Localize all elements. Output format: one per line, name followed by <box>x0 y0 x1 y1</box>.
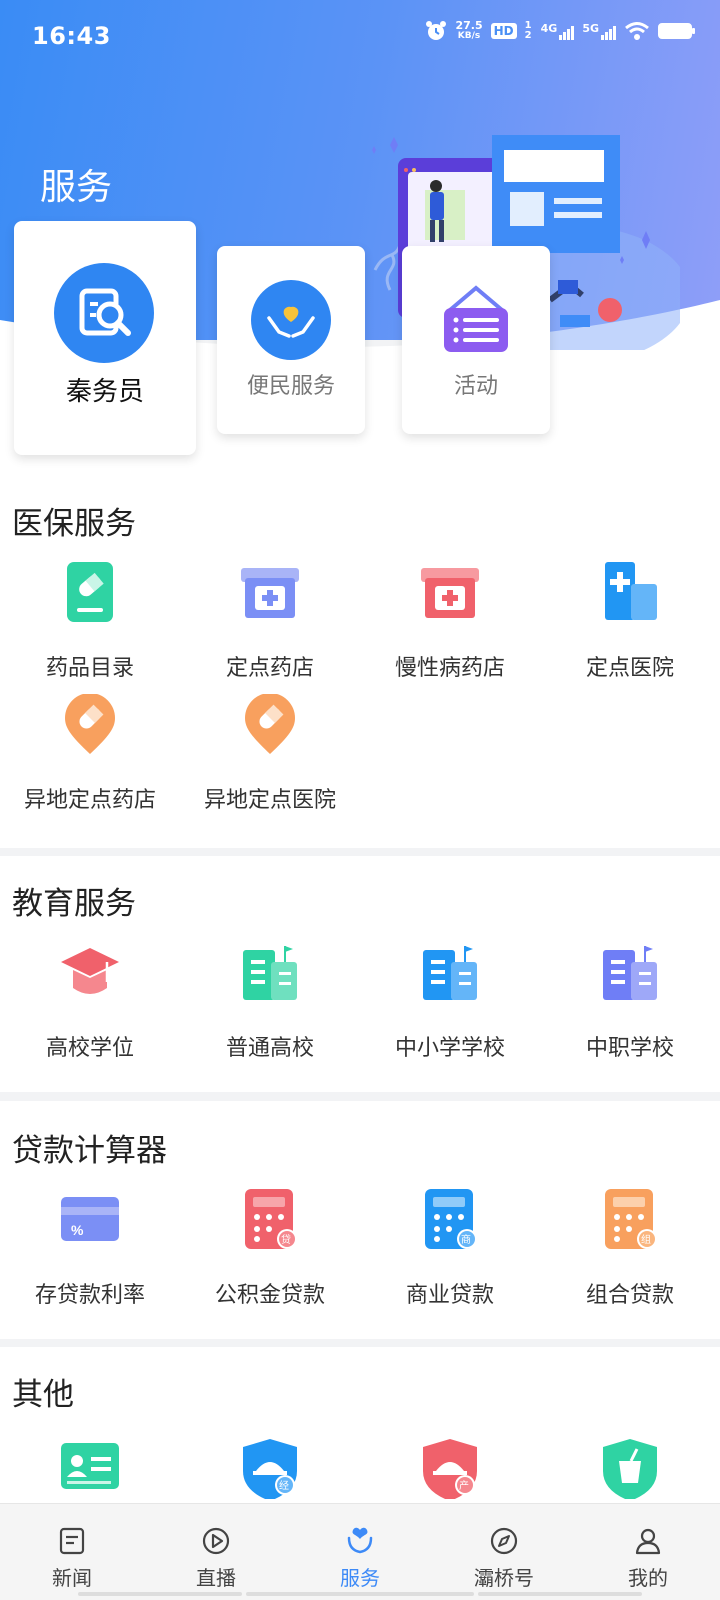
food-business-shield-icon: 经 <box>243 1439 297 1499</box>
battery-icon <box>658 23 695 39</box>
status-bar: 16:43 27.5 KB/s HD 1 2 4G 5G <box>0 0 720 56</box>
interest-rate-card-icon: % <box>61 1197 119 1241</box>
item-label: 普通高校 <box>225 1036 314 1061</box>
item-label: 存贷款利率 <box>34 1283 145 1308</box>
combined-loan-calculator-icon: 组 <box>605 1189 657 1249</box>
gesture-bar <box>78 1592 242 1596</box>
school-building-icon <box>423 946 477 1000</box>
alarm-icon <box>426 21 447 40</box>
search-document-icon <box>54 263 154 363</box>
fund-loan-calculator-icon: 贷 <box>245 1189 297 1249</box>
heart-hands-icon <box>251 280 331 360</box>
hospital-icon <box>605 562 657 620</box>
signal-bars-icon <box>601 24 616 40</box>
food-safety-shield-icon <box>603 1439 657 1499</box>
item-label: 公积金贷款 <box>214 1283 325 1308</box>
section-other: 其他 经 产 <box>0 1347 720 1507</box>
compass-icon <box>490 1527 518 1555</box>
section-title: 医保服务 <box>12 506 136 542</box>
card-label: 便民服务 <box>246 374 335 399</box>
tab-label: 服务 <box>340 1566 380 1590</box>
signal-5g-label: 5G <box>582 21 599 35</box>
item-label: 高校学位 <box>45 1036 134 1061</box>
university-building-icon <box>243 946 297 1000</box>
tab-mine[interactable]: 我的 <box>576 1504 720 1600</box>
card-convenience-services[interactable]: 便民服务 <box>217 246 365 434</box>
card-qinwuyuan[interactable]: 秦务员 <box>14 221 196 455</box>
food-production-shield-icon: 产 <box>423 1439 477 1499</box>
status-indicators: 27.5 KB/s HD 1 2 4G 5G <box>425 20 695 42</box>
tab-label: 灞桥号 <box>474 1566 534 1590</box>
section-education: 教育服务 高校学位 普通高校 中小学学校 中职学校 <box>0 856 720 1092</box>
gesture-bar <box>246 1592 474 1596</box>
app-root: 16:43 27.5 KB/s HD 1 2 4G 5G 服务 秦务员 便民服务… <box>0 0 720 1600</box>
pharmacy-icon <box>241 568 299 618</box>
item-label: 异地定点药店 <box>23 788 156 813</box>
signal-4g: 4G <box>541 23 575 40</box>
item-label: 定点医院 <box>585 656 674 681</box>
item-label: 商业贷款 <box>405 1283 494 1308</box>
network-speed: 27.5 KB/s <box>455 20 482 42</box>
signal-bars-icon <box>559 24 575 40</box>
service-heart-icon <box>347 1527 373 1554</box>
profile-icon <box>635 1528 661 1555</box>
badge-text: 产 <box>459 1479 469 1492</box>
id-card-icon <box>61 1443 119 1489</box>
badge-text: 组 <box>641 1233 651 1246</box>
item-label: 异地定点医院 <box>203 788 336 813</box>
item-label: 药品目录 <box>45 656 134 681</box>
card-activities[interactable]: 活动 <box>402 246 550 434</box>
news-icon <box>59 1527 85 1555</box>
network-speed-value: 27.5 <box>455 19 483 32</box>
item-label: 组合贷款 <box>585 1283 674 1308</box>
badge-text: % <box>71 1222 84 1238</box>
commercial-loan-calculator-icon: 商 <box>425 1189 477 1249</box>
hd-badge: HD <box>490 23 517 39</box>
tab-label: 直播 <box>196 1566 236 1590</box>
badge-text: 经 <box>279 1479 289 1492</box>
tab-services[interactable]: 服务 <box>288 1504 432 1600</box>
section-title: 其他 <box>12 1377 74 1413</box>
tab-label: 新闻 <box>52 1566 92 1590</box>
section-medical-insurance: 医保服务 药品目录 定点药店 慢性病药店 定点医院 异地定点药店 异地定点医院 <box>0 470 720 848</box>
card-label: 活动 <box>453 374 498 399</box>
page-title: 服务 <box>40 167 113 208</box>
section-title: 贷款计算器 <box>12 1133 167 1169</box>
section-title: 教育服务 <box>12 886 136 922</box>
remote-hospital-icon <box>245 694 295 754</box>
live-play-icon <box>202 1527 230 1555</box>
card-label: 秦务员 <box>65 377 144 407</box>
tab-baqiao[interactable]: 灞桥号 <box>432 1504 576 1600</box>
wifi-icon <box>625 22 649 40</box>
item-label: 定点药店 <box>225 656 314 681</box>
signal-5g: 5G <box>582 23 616 40</box>
item-label: 慢性病药店 <box>394 656 505 681</box>
tab-news[interactable]: 新闻 <box>0 1504 144 1600</box>
graduation-cap-icon <box>61 948 119 994</box>
section-loan-calculator: 贷款计算器 % 存贷款利率 贷 公积金贷款 商 商业贷款 组 组合贷款 <box>0 1101 720 1339</box>
item-label: 中职学校 <box>585 1036 674 1061</box>
medicine-catalog-icon <box>67 562 113 622</box>
network-speed-unit: KB/s <box>457 31 481 41</box>
signal-4g-label: 4G <box>540 21 558 35</box>
status-time: 16:43 <box>32 22 111 50</box>
badge-text: 商 <box>461 1233 471 1246</box>
badge-text: 贷 <box>281 1233 291 1246</box>
sim-indicator: 1 2 <box>524 20 532 41</box>
vocational-school-icon <box>603 946 657 1000</box>
gesture-bar <box>478 1592 642 1596</box>
item-label: 中小学学校 <box>394 1036 505 1061</box>
chronic-pharmacy-icon <box>421 568 479 618</box>
bottom-tab-bar: 新闻 直播 服务 灞桥号 我的 <box>0 1503 720 1600</box>
tab-live[interactable]: 直播 <box>144 1504 288 1600</box>
hanging-board-icon <box>444 285 508 352</box>
tab-label: 我的 <box>628 1566 668 1590</box>
remote-pharmacy-icon <box>65 694 115 754</box>
